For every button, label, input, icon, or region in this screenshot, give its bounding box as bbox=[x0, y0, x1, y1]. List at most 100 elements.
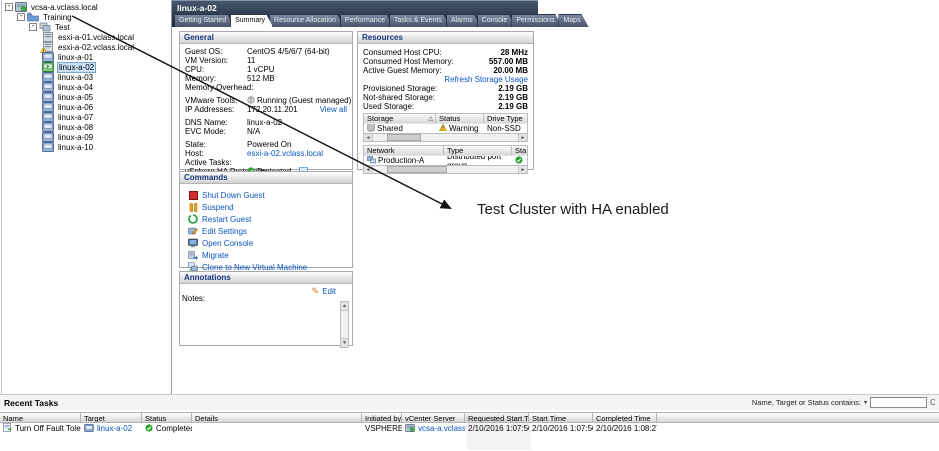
command-edit-settings[interactable]: Edit Settings bbox=[188, 225, 347, 237]
column-header-status[interactable]: Status bbox=[142, 413, 192, 422]
command-open-console[interactable]: Open Console bbox=[188, 237, 347, 249]
command-link[interactable]: Open Console bbox=[202, 239, 253, 248]
storage-row[interactable]: Shared Warning Non-SSD bbox=[364, 123, 527, 133]
scroll-down-icon[interactable]: ▼ bbox=[341, 338, 348, 347]
tree-label-vm[interactable]: linux-a-10 bbox=[57, 143, 94, 152]
column-header-storage[interactable]: Storage △ bbox=[364, 114, 436, 123]
column-header-requested-start[interactable]: Requested Start Ti...▽ bbox=[465, 413, 529, 422]
view-all-link[interactable]: View all bbox=[320, 105, 347, 114]
tab-performance[interactable]: Performance bbox=[340, 14, 393, 27]
warning-icon bbox=[438, 124, 448, 133]
filter-dropdown-icon[interactable]: ▾ bbox=[864, 399, 867, 406]
tree-label-vm[interactable]: linux-a-01 bbox=[57, 53, 94, 62]
command-link[interactable]: Suspend bbox=[202, 203, 234, 212]
tree-item-vm[interactable]: linux-a-08 bbox=[2, 122, 171, 132]
clear-filter-link[interactable]: Clear bbox=[930, 398, 935, 407]
tree-item-host-1[interactable]: esxi-a-01.vclass.local bbox=[2, 32, 171, 42]
tab-alarms[interactable]: Alarms bbox=[446, 14, 481, 27]
task-vcenter-link[interactable]: vcsa-a.vclass.l... bbox=[418, 424, 465, 433]
refresh-storage-link[interactable]: Refresh Storage Usage bbox=[444, 75, 528, 84]
console-icon bbox=[188, 238, 198, 248]
tree-item-vm[interactable]: linux-a-04 bbox=[2, 82, 171, 92]
recent-tasks-table: Name Target Status Details Initiated by … bbox=[0, 412, 939, 434]
column-header-start-time[interactable]: Start Time bbox=[529, 413, 593, 422]
command-link[interactable]: Restart Guest bbox=[202, 215, 251, 224]
column-header-initiated-by[interactable]: Initiated by bbox=[362, 413, 402, 422]
tree-label-cluster[interactable]: Test bbox=[54, 23, 71, 32]
collapse-icon[interactable]: - bbox=[17, 13, 25, 21]
column-header-drive-type[interactable]: Drive Type bbox=[484, 114, 527, 123]
task-row[interactable]: Turn Off Fault Toleran... linux-a-02 Com… bbox=[0, 423, 939, 434]
field-label: CPU: bbox=[185, 65, 205, 74]
host-link[interactable]: esxi-a-02.vclass.local bbox=[247, 149, 323, 158]
tree-item-vm[interactable]: linux-a-10 bbox=[2, 142, 171, 152]
scroll-up-icon[interactable]: ▲ bbox=[341, 302, 348, 311]
tree-item-cluster-test[interactable]: - Test bbox=[2, 22, 171, 32]
network-row[interactable]: Production-A Distributed port group bbox=[364, 155, 527, 165]
tree-label-host-2[interactable]: esxi-a-02.vclass.local bbox=[57, 43, 135, 52]
task-target-link[interactable]: linux-a-02 bbox=[97, 424, 132, 433]
tab-getting-started[interactable]: Getting Started bbox=[174, 14, 234, 27]
tree-label-vm[interactable]: linux-a-07 bbox=[57, 113, 94, 122]
tree-item-vm[interactable]: linux-a-05 bbox=[2, 92, 171, 102]
command-link[interactable]: Shut Down Guest bbox=[202, 191, 265, 200]
tab-permissions[interactable]: Permissions bbox=[511, 14, 562, 27]
annotations-vscrollbar[interactable]: ▲ ▼ bbox=[340, 301, 349, 348]
command-migrate[interactable]: Migrate bbox=[188, 249, 347, 261]
scrollbar-thumb[interactable] bbox=[387, 134, 421, 141]
column-header-name[interactable]: Name bbox=[0, 413, 81, 422]
tree-item-vm[interactable]: linux-a-09 bbox=[2, 132, 171, 142]
column-header-target[interactable]: Target bbox=[81, 413, 142, 422]
command-link[interactable]: Edit Settings bbox=[202, 227, 247, 236]
column-header-completed-time[interactable]: Completed Time bbox=[593, 413, 657, 422]
scroll-left-icon[interactable]: ◄ bbox=[364, 166, 373, 173]
command-restart-guest[interactable]: Restart Guest bbox=[188, 213, 347, 225]
tree-label-vm[interactable]: linux-a-02 bbox=[57, 61, 97, 73]
tree-item-vm[interactable]: linux-a-06 bbox=[2, 102, 171, 112]
scrollbar-thumb[interactable] bbox=[387, 166, 447, 173]
tree-label-vm[interactable]: linux-a-04 bbox=[57, 83, 94, 92]
field-value: N/A bbox=[247, 127, 261, 136]
command-link[interactable]: Migrate bbox=[202, 251, 229, 260]
field-value: Powered On bbox=[247, 140, 292, 149]
tree-item-vm[interactable]: linux-a-01 bbox=[2, 52, 171, 62]
tree-item-folder-training[interactable]: - Training bbox=[2, 12, 171, 22]
tab-resource-allocation[interactable]: Resource Allocation bbox=[269, 14, 344, 27]
scroll-right-icon[interactable]: ► bbox=[518, 134, 527, 141]
column-header-network[interactable]: Network bbox=[364, 146, 444, 155]
tree-label-vcenter[interactable]: vcsa-a.vclass.local bbox=[30, 3, 99, 12]
vm-panel-header: linux-a-02 Getting Started Summary Resou… bbox=[172, 0, 538, 27]
edit-annotations-link[interactable]: Edit bbox=[322, 287, 336, 296]
tree-label-vm[interactable]: linux-a-03 bbox=[57, 73, 94, 82]
column-header-vcenter[interactable]: vCenter Server bbox=[402, 413, 465, 422]
tree-item-host-2[interactable]: esxi-a-02.vclass.local bbox=[2, 42, 171, 53]
command-shutdown-guest[interactable]: Shut Down Guest bbox=[188, 189, 347, 201]
tree-label-host-1[interactable]: esxi-a-01.vclass.local bbox=[57, 33, 135, 42]
tree-item-vm-selected[interactable]: linux-a-02 bbox=[2, 61, 171, 73]
collapse-icon[interactable]: - bbox=[29, 23, 37, 31]
storage-table-hscrollbar[interactable]: ◄ ► bbox=[363, 133, 528, 142]
vm-title: linux-a-02 bbox=[177, 3, 217, 13]
tree-item-vm[interactable]: linux-a-03 bbox=[2, 72, 171, 82]
tab-summary[interactable]: Summary bbox=[230, 14, 273, 27]
command-suspend[interactable]: Suspend bbox=[188, 201, 347, 213]
collapse-icon[interactable]: - bbox=[5, 3, 13, 11]
column-header-details[interactable]: Details bbox=[192, 413, 362, 422]
column-header-status[interactable]: Status bbox=[436, 114, 484, 123]
scroll-left-icon[interactable]: ◄ bbox=[364, 134, 373, 141]
tab-console[interactable]: Console bbox=[477, 14, 516, 27]
tree-label-vm[interactable]: linux-a-09 bbox=[57, 133, 94, 142]
tab-tasks-events[interactable]: Tasks & Events bbox=[389, 14, 450, 27]
scroll-right-icon[interactable]: ► bbox=[518, 166, 527, 173]
tree-label-vm[interactable]: linux-a-05 bbox=[57, 93, 94, 102]
network-table-hscrollbar[interactable]: ◄ ► bbox=[363, 165, 528, 174]
column-header-status[interactable]: Sta bbox=[512, 146, 527, 155]
tree-item-vm[interactable]: linux-a-07 bbox=[2, 112, 171, 122]
tasks-filter-input[interactable] bbox=[870, 397, 927, 408]
column-header-type[interactable]: Type bbox=[444, 146, 512, 155]
tree-label-vm[interactable]: linux-a-06 bbox=[57, 103, 94, 112]
tree-item-vcenter[interactable]: - vcsa-a.vclass.local bbox=[2, 2, 171, 12]
tree-label-vm[interactable]: linux-a-08 bbox=[57, 123, 94, 132]
tree-label-folder[interactable]: Training bbox=[42, 13, 73, 22]
tab-maps[interactable]: Maps bbox=[558, 14, 588, 27]
